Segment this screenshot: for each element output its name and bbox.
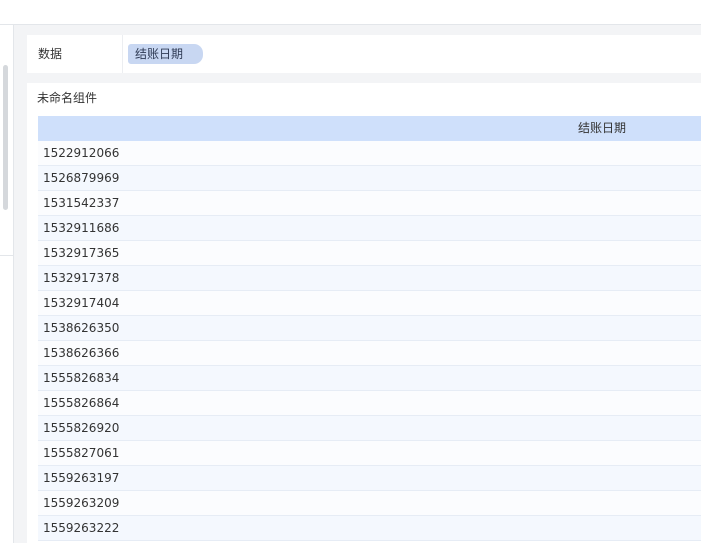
- table-cell-id: 1522912066: [43, 146, 120, 160]
- table-cell-id: 1532911686: [43, 221, 120, 235]
- table-cell-id: 1532917404: [43, 296, 120, 310]
- column-header-checkout-date[interactable]: 结账日期: [578, 116, 626, 141]
- table-row[interactable]: 1555826864: [38, 391, 701, 416]
- widget-panel: 未命名组件 结账日期 1522912066 1526879969 153154233…: [27, 83, 701, 543]
- table-row[interactable]: 1522912066: [38, 141, 701, 166]
- table-cell-id: 1559263209: [43, 496, 120, 510]
- table-row[interactable]: 1555827061: [38, 441, 701, 466]
- top-toolbar: [0, 0, 701, 25]
- table-row[interactable]: 1555826834: [38, 366, 701, 391]
- left-panel-divider: [0, 255, 13, 256]
- table-header: 结账日期: [38, 116, 701, 141]
- table-cell-id: 1526879969: [43, 171, 120, 185]
- data-bar-separator: [122, 35, 123, 73]
- left-panel-scrollbar[interactable]: [3, 65, 8, 210]
- table-row[interactable]: 1526879969: [38, 166, 701, 191]
- table-row[interactable]: 1532917365: [38, 241, 701, 266]
- table-row[interactable]: 1538626350: [38, 316, 701, 341]
- widget-title: 未命名组件: [37, 91, 98, 105]
- table-row[interactable]: 1555826920: [38, 416, 701, 441]
- table-cell-id: 1532917365: [43, 246, 120, 260]
- data-table: 结账日期 1522912066 1526879969 1531542337 15329…: [38, 116, 701, 541]
- field-chip-checkout-date[interactable]: 结账日期: [128, 44, 204, 64]
- table-row[interactable]: 1559263197: [38, 466, 701, 491]
- table-cell-id: 1555826834: [43, 371, 120, 385]
- data-label: 数据: [38, 47, 63, 61]
- table-cell-id: 1559263222: [43, 521, 120, 535]
- table-cell-id: 1555826920: [43, 421, 120, 435]
- data-field-bar: 数据 结账日期: [27, 35, 701, 73]
- table-row[interactable]: 1559263222: [38, 516, 701, 541]
- table-row[interactable]: 1532917404: [38, 291, 701, 316]
- left-panel: [0, 25, 14, 543]
- table-cell-id: 1538626350: [43, 321, 120, 335]
- table-cell-id: 1538626366: [43, 346, 120, 360]
- table-row[interactable]: 1538626366: [38, 341, 701, 366]
- table-cell-id: 1532917378: [43, 271, 120, 285]
- table-cell-id: 1559263197: [43, 471, 120, 485]
- table-row[interactable]: 1532917378: [38, 266, 701, 291]
- table-cell-id: 1531542337: [43, 196, 120, 210]
- table-row[interactable]: 1559263209: [38, 491, 701, 516]
- table-row[interactable]: 1531542337: [38, 191, 701, 216]
- table-cell-id: 1555826864: [43, 396, 120, 410]
- table-row[interactable]: 1532911686: [38, 216, 701, 241]
- table-body: 1522912066 1526879969 1531542337 1532911686…: [38, 141, 701, 541]
- table-cell-id: 1555827061: [43, 446, 120, 460]
